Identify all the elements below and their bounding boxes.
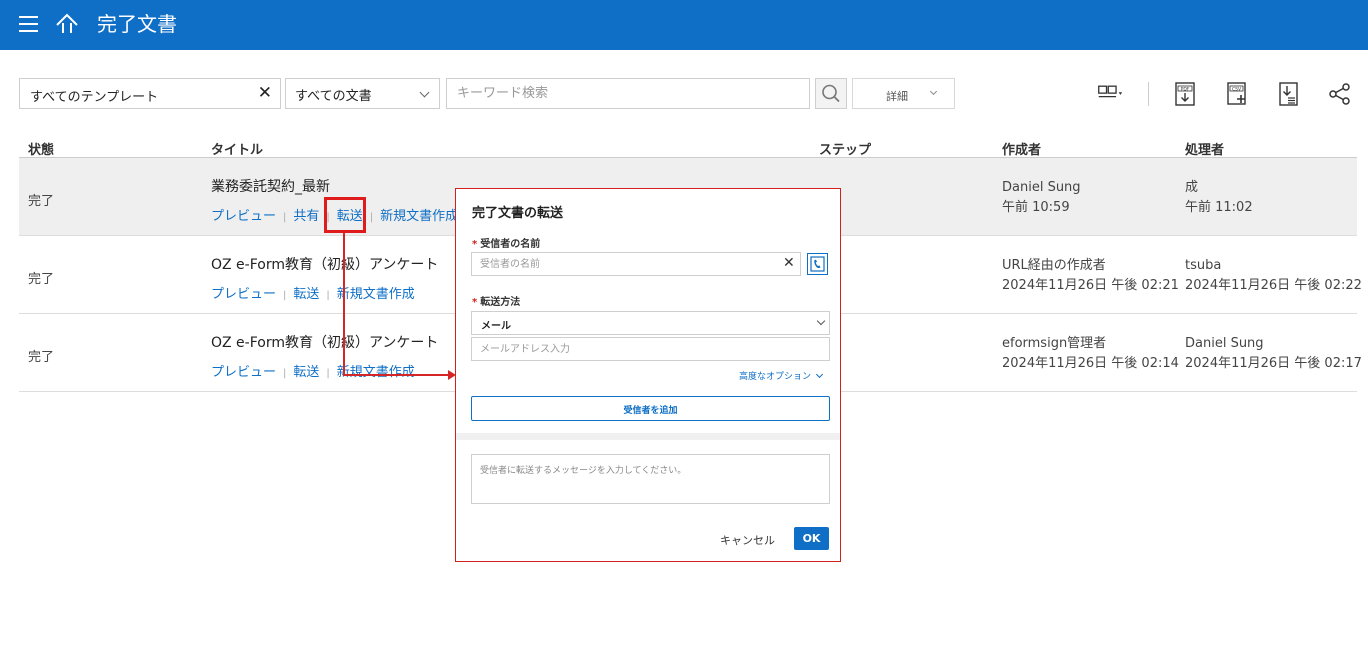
document-filter-value: すべての文書: [295, 89, 372, 104]
recipient-name-label-text: 受信者の名前: [480, 239, 541, 250]
share-link[interactable]: 共有: [293, 209, 319, 224]
ok-button[interactable]: OK: [794, 527, 829, 550]
column-header-title[interactable]: タイトル: [211, 139, 263, 158]
annotation-highlight-box: [324, 197, 366, 233]
link-separator: |: [326, 368, 330, 379]
svg-text:CSV: CSV: [1232, 86, 1242, 92]
search-button[interactable]: [815, 78, 847, 109]
link-separator: |: [283, 212, 287, 223]
document-title[interactable]: OZ e-Form教育（初級）アンケート: [211, 332, 438, 352]
processor-cell: 成 午前 11:02: [1185, 178, 1253, 218]
clear-template-icon[interactable]: ✕: [258, 83, 272, 103]
share-icon[interactable]: [1327, 82, 1353, 106]
link-separator: |: [326, 290, 330, 301]
required-mark: *: [472, 239, 478, 250]
preview-link[interactable]: プレビュー: [211, 209, 276, 224]
creator-time: 2024年11月26日 午後 02:14: [1002, 356, 1179, 371]
creator-name: URL経由の作成者: [1002, 258, 1106, 273]
ok-button-label: OK: [802, 532, 821, 545]
row-action-links: プレビュー | 転送 | 新規文書作成: [211, 283, 415, 302]
forward-link[interactable]: 転送: [293, 287, 319, 302]
processor-time: 2024年11月26日 午後 02:22: [1185, 278, 1362, 293]
new-document-link[interactable]: 新規文書作成: [380, 209, 458, 224]
add-recipient-button[interactable]: 受信者を追加: [471, 396, 830, 421]
forward-message-textarea[interactable]: [471, 454, 830, 504]
processor-time: 2024年11月26日 午後 02:17: [1185, 356, 1362, 371]
status-cell: 完了: [28, 194, 55, 209]
column-header-processor[interactable]: 処理者: [1185, 139, 1224, 158]
processor-name: tsuba: [1185, 258, 1222, 273]
column-header-creator[interactable]: 作成者: [1002, 139, 1041, 158]
processor-time: 午前 11:02: [1185, 200, 1253, 215]
detail-label: 詳細: [886, 90, 908, 103]
row-action-links: プレビュー | 転送 | 新規文書作成: [211, 361, 415, 380]
processor-cell: tsuba 2024年11月26日 午後 02:22: [1185, 256, 1362, 296]
required-mark: *: [472, 297, 478, 308]
annotation-connector-line: [343, 233, 345, 375]
creator-cell: URL経由の作成者 2024年11月26日 午後 02:21: [1002, 256, 1179, 296]
status-cell: 完了: [28, 272, 55, 287]
creator-name: eformsign管理者: [1002, 336, 1107, 351]
processor-cell: Daniel Sung 2024年11月26日 午後 02:17: [1185, 334, 1362, 374]
layout-icon[interactable]: [1097, 82, 1123, 106]
chevron-down-icon: [419, 87, 430, 98]
column-header-step[interactable]: ステップ: [819, 139, 871, 158]
top-bar: 完了文書: [0, 0, 1368, 50]
creator-time: 2024年11月26日 午後 02:21: [1002, 278, 1179, 293]
link-separator: |: [283, 290, 287, 301]
new-document-link[interactable]: 新規文書作成: [337, 365, 415, 380]
list-download-icon[interactable]: [1276, 82, 1302, 106]
recipient-name-input[interactable]: [471, 252, 801, 276]
add-recipient-label: 受信者を追加: [623, 406, 678, 416]
home-icon[interactable]: [55, 12, 79, 36]
cancel-button[interactable]: キャンセル: [720, 532, 775, 548]
dialog-section-divider: [456, 433, 840, 440]
document-title[interactable]: 業務委託契約_最新: [211, 176, 330, 196]
recipient-name-label: * 受信者の名前: [472, 235, 540, 250]
link-separator: |: [283, 368, 287, 379]
template-filter-value: すべてのテンプレート: [30, 90, 159, 105]
status-cell: 完了: [28, 350, 55, 365]
creator-cell: Daniel Sung 午前 10:59: [1002, 178, 1081, 218]
preview-link[interactable]: プレビュー: [211, 365, 276, 380]
clear-recipient-icon[interactable]: ✕: [783, 255, 795, 271]
contacts-button[interactable]: [807, 253, 828, 275]
keyword-search-input[interactable]: [446, 78, 810, 109]
advanced-options-label: 高度なオプション: [739, 372, 812, 382]
advanced-options-toggle[interactable]: 高度なオプション: [739, 369, 824, 382]
send-method-value: メール: [481, 321, 511, 332]
new-document-link[interactable]: 新規文書作成: [337, 287, 415, 302]
preview-link[interactable]: プレビュー: [211, 287, 276, 302]
chevron-down-icon: [929, 87, 938, 96]
csv-export-icon[interactable]: CSV: [1224, 82, 1250, 106]
template-filter-select[interactable]: すべてのテンプレート ✕: [19, 78, 281, 109]
document-title[interactable]: OZ e-Form教育（初級）アンケート: [211, 254, 438, 274]
creator-name: Daniel Sung: [1002, 180, 1081, 195]
dialog-title: 完了文書の転送: [472, 206, 564, 221]
chevron-down-icon: [815, 370, 824, 379]
send-method-label: * 転送方法: [472, 293, 520, 308]
link-separator: |: [369, 212, 374, 223]
toolbar-divider: [1148, 82, 1149, 106]
send-method-select[interactable]: メール: [471, 311, 830, 335]
processor-name: Daniel Sung: [1185, 336, 1264, 351]
processor-name: 成: [1185, 180, 1199, 195]
column-header-status[interactable]: 状態: [28, 139, 54, 158]
forward-link[interactable]: 転送: [293, 365, 319, 380]
document-filter-select[interactable]: すべての文書: [285, 78, 440, 109]
pdf-download-icon[interactable]: PDF: [1172, 82, 1198, 106]
search-icon: [822, 84, 840, 103]
email-address-input[interactable]: [471, 337, 830, 361]
forward-document-dialog: 完了文書の転送 *受信者の名前 ✕ *転送方法 メール 高度なオプション 受信者…: [455, 188, 841, 562]
chevron-down-icon: [816, 316, 826, 326]
creator-time: 午前 10:59: [1002, 200, 1070, 215]
svg-text:PDF: PDF: [1181, 86, 1190, 92]
page-title: 完了文書: [97, 12, 177, 36]
annotation-connector-line: [343, 374, 449, 376]
creator-cell: eformsign管理者 2024年11月26日 午後 02:14: [1002, 334, 1179, 374]
detail-search-button[interactable]: 詳細: [852, 78, 955, 109]
phone-book-icon: [810, 256, 825, 272]
hamburger-menu-icon[interactable]: [19, 15, 38, 33]
send-method-label-text: 転送方法: [480, 297, 521, 308]
